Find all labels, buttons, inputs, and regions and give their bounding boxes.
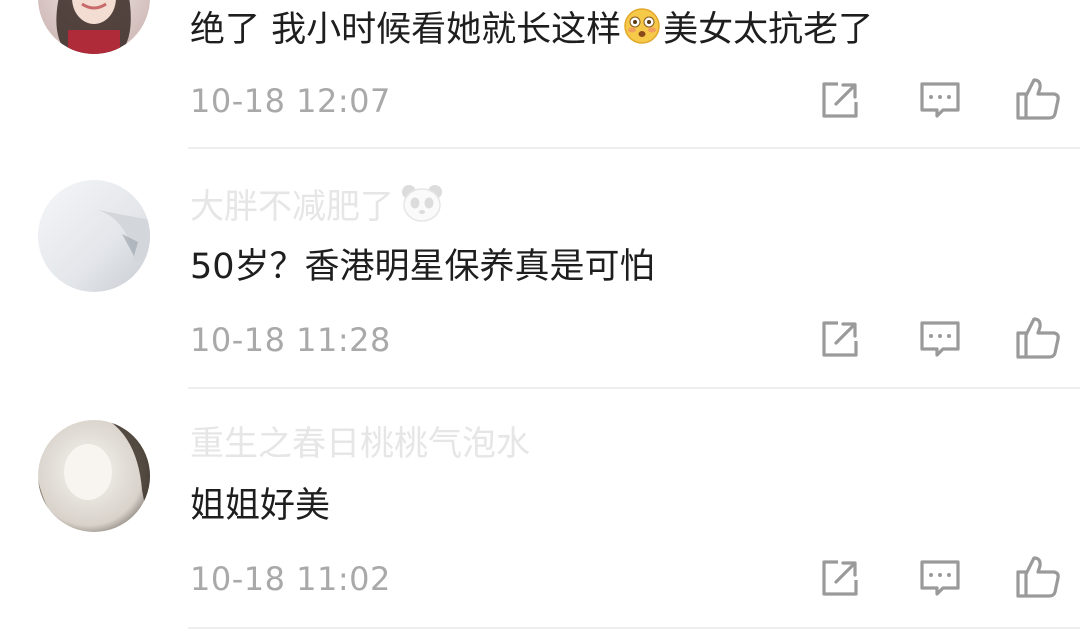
comment-bubble-icon: [920, 560, 960, 596]
comment-time: 10-18 11:02: [190, 560, 391, 598]
reply-button[interactable]: [916, 554, 964, 602]
share-box-icon: [822, 560, 858, 596]
username[interactable]: 重生之春日桃桃气泡水: [190, 422, 530, 466]
avatar[interactable]: [38, 420, 150, 532]
forward-button[interactable]: [816, 554, 864, 602]
comment-item: 重生之春日桃桃气泡水 姐姐好美 10-18 11:02: [0, 0, 1080, 631]
thumbs-up-icon: [1016, 556, 1060, 598]
like-button[interactable]: [1014, 552, 1062, 600]
divider: [188, 627, 1080, 629]
comment-text: 姐姐好美: [190, 486, 331, 526]
username-text: 重生之春日桃桃气泡水: [190, 424, 530, 464]
